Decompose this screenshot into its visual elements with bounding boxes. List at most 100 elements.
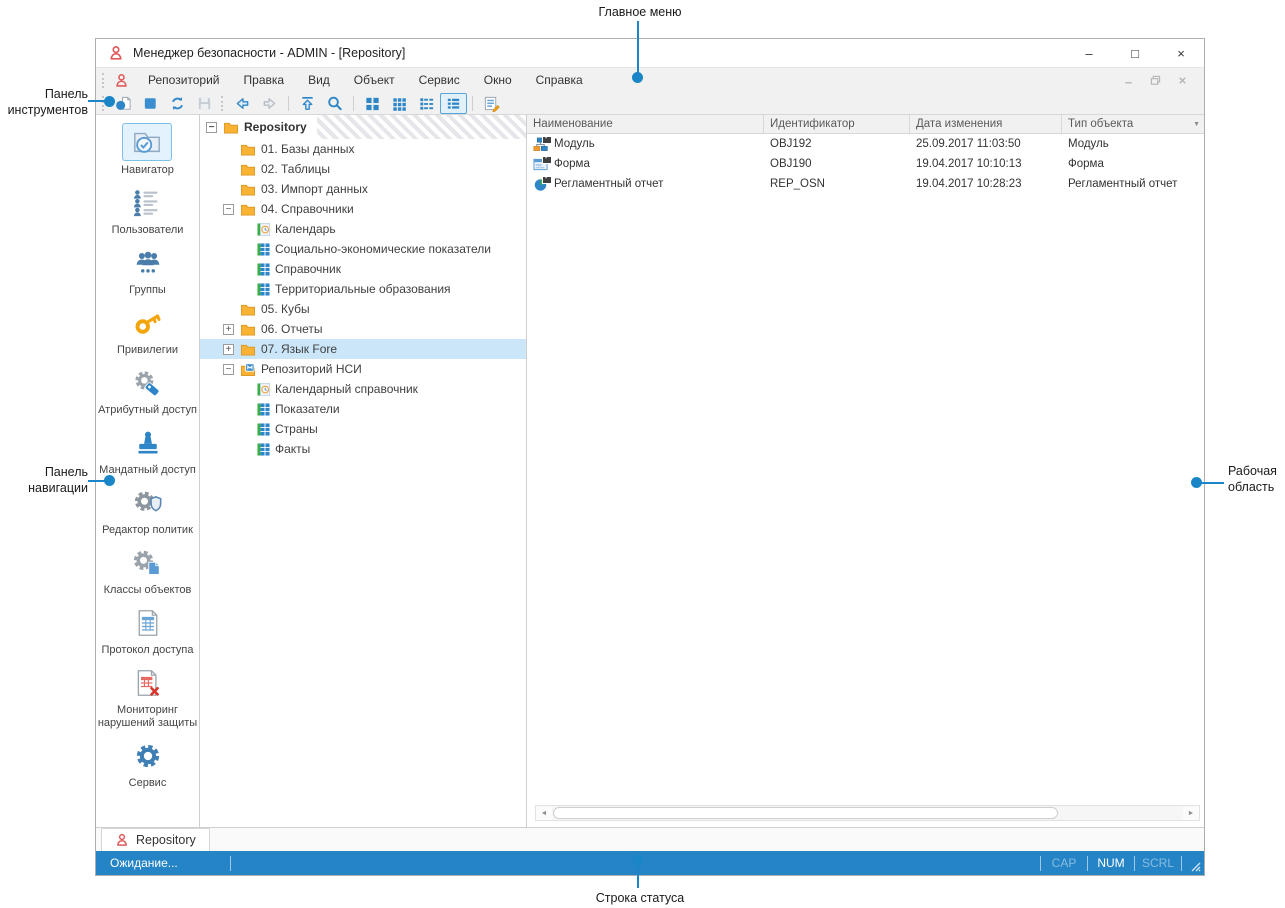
toolbar-grip-2[interactable] [221,95,226,111]
annotation-dot-status-bar [632,855,643,866]
properties-button[interactable] [478,93,505,114]
annotation-line-main-menu [637,21,639,74]
tree-item-selected[interactable]: + 07. Язык Fore [200,339,526,359]
nav-item-violation-monitoring[interactable]: Мониторинг нарушений защиты [96,665,199,730]
table-row[interactable]: Модуль OBJ192 25.09.2017 11:03:50 Модуль [527,134,1204,154]
save-button[interactable] [191,93,218,114]
menu-repository[interactable]: Репозиторий [136,68,232,92]
gear-page-icon [123,545,171,581]
toolbar [96,92,1204,115]
close-icon[interactable]: × [1158,39,1204,67]
tree-item[interactable]: − Репозиторий НСИ [200,359,526,379]
nav-item-navigator[interactable]: Навигатор [121,123,174,177]
tree-item[interactable]: Показатели [200,399,526,419]
new-document-icon [115,95,132,112]
folder-icon [240,183,256,196]
tree-item[interactable]: Социально-экономические показатели [200,239,526,259]
nav-item-attribute-access[interactable]: Атрибутный доступ [98,365,197,417]
title-bar: Менеджер безопасности - ADMIN - [Reposit… [96,39,1204,67]
annotation-dot-toolbar [104,96,115,107]
scroll-left-icon[interactable]: ◄ [536,806,552,820]
expander-icon[interactable]: + [223,323,234,335]
expander-icon[interactable]: + [223,343,234,355]
expander-icon[interactable]: − [223,363,234,375]
annotation-status-bar: Строка статуса [595,891,685,905]
expander-icon[interactable]: − [223,203,234,215]
table-row[interactable]: Форма OBJ190 19.04.2017 10:10:13 Форма [527,154,1204,174]
nav-item-access-log[interactable]: Протокол доступа [102,605,194,657]
menu-edit[interactable]: Правка [232,68,297,92]
tree-item[interactable]: Календарь [200,219,526,239]
menu-grip[interactable] [102,72,107,88]
scroll-lock-indicator: SCRL [1141,856,1174,870]
system-menu-icon[interactable] [114,73,129,88]
tree-item[interactable]: 01. Базы данных [200,139,526,159]
nav-item-privileges[interactable]: Привилегии [117,305,178,357]
tree-item[interactable]: 03. Импорт данных [200,179,526,199]
tree-item[interactable]: 05. Кубы [200,299,526,319]
scrollbar-thumb[interactable] [553,807,1058,819]
app-icon [108,45,124,61]
annotation-dot-navigation [104,475,115,486]
back-button[interactable] [229,93,256,114]
properties-icon [483,95,500,112]
minimize-icon[interactable]: – [1066,39,1112,67]
list-view-button[interactable] [413,93,440,114]
refresh-icon [169,95,186,112]
filter-arrow-icon[interactable]: ▼ [1193,121,1200,128]
repository-tree: − Repository 01. Базы данных 02. Таблицы [200,115,527,827]
menu-view[interactable]: Вид [296,68,342,92]
mdi-close-icon[interactable] [1177,75,1188,86]
tree-item[interactable]: + 06. Отчеты [200,319,526,339]
column-header-modified[interactable]: Дата изменения [910,115,1062,133]
large-icons-view-button[interactable] [359,93,386,114]
up-level-button[interactable] [294,93,321,114]
tree-item[interactable]: Факты [200,439,526,459]
nav-item-policy-editor[interactable]: Редактор политик [102,485,193,537]
small-icons-view-button[interactable] [386,93,413,114]
expander-icon[interactable]: − [206,121,217,133]
refresh-button[interactable] [164,93,191,114]
users-icon [123,185,171,221]
annotation-toolbar: Панель инструментов [7,87,88,118]
tab-repository[interactable]: Repository [101,828,210,851]
nav-item-mandatory-access[interactable]: Мандатный доступ [99,425,196,477]
folder-icon [240,163,256,176]
annotation-work-area: Рабочая область [1228,464,1277,495]
menu-help[interactable]: Справка [524,68,595,92]
annotation-line-toolbar [88,100,105,102]
folder-icon [240,343,256,356]
mdi-restore-icon[interactable] [1150,75,1161,86]
menu-window[interactable]: Окно [472,68,524,92]
tree-item[interactable]: − 04. Справочники [200,199,526,219]
menu-object[interactable]: Объект [342,68,407,92]
page: Главное меню Панель инструментов Панель … [0,0,1285,908]
scroll-right-icon[interactable]: ► [1183,806,1199,820]
gear-icon [124,738,172,774]
nav-item-object-classes[interactable]: Классы объектов [104,545,191,597]
resize-grip[interactable] [1186,851,1204,875]
table-row[interactable]: Регламентный отчет REP_OSN 19.04.2017 10… [527,174,1204,194]
horizontal-scrollbar[interactable]: ◄ ► [535,805,1200,821]
tree-item[interactable]: Календарный справочник [200,379,526,399]
column-header-name[interactable]: Наименование [527,115,764,133]
mdi-minimize-icon[interactable] [1123,75,1134,86]
tree-item[interactable]: 02. Таблицы [200,159,526,179]
nav-item-users[interactable]: Пользователи [112,185,183,237]
tree-item[interactable]: Справочник [200,259,526,279]
details-view-button[interactable] [440,92,467,114]
forward-button[interactable] [256,93,283,114]
search-button[interactable] [321,93,348,114]
nav-item-groups[interactable]: Группы [124,245,172,297]
column-header-id[interactable]: Идентификатор [764,115,910,133]
open-object-button[interactable] [137,93,164,114]
nav-item-service[interactable]: Сервис [124,738,172,790]
tree-item[interactable]: Страны [200,419,526,439]
tree-item-root[interactable]: − Repository [200,115,526,139]
stamp-icon [124,425,172,461]
column-header-type[interactable]: Тип объекта ▼ [1062,115,1204,133]
tree-item[interactable]: Территориальные образования [200,279,526,299]
menu-service[interactable]: Сервис [407,68,472,92]
maximize-icon[interactable]: □ [1112,39,1158,67]
form-icon [533,156,552,172]
